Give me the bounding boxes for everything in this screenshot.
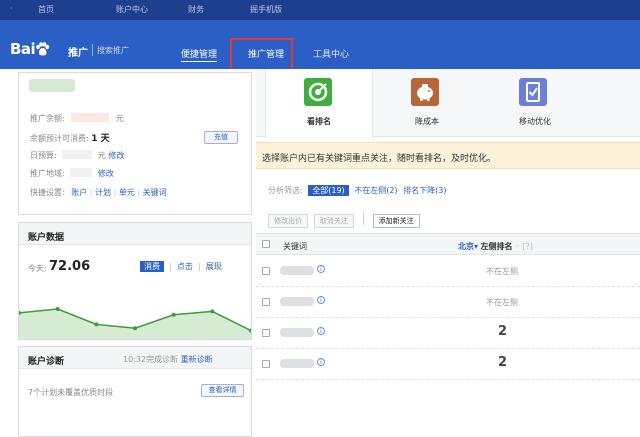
info-icon[interactable]: i [317, 265, 325, 273]
tool-view-rank[interactable]: 看排名 [265, 69, 373, 138]
logo-tuiguang: 推广 [68, 48, 88, 59]
rediagnose-link[interactable]: 重新诊断 [181, 355, 213, 364]
account-data-title: 账户数据 [19, 223, 251, 245]
baidu-logo[interactable]: Bai [10, 40, 50, 58]
tool-reduce-cost[interactable]: 降成本 [373, 69, 481, 137]
tool-bar: 看排名 降成本 移动优化 [256, 69, 640, 138]
quick-link-unit[interactable]: 单元 [119, 188, 135, 197]
rank-value: 2 [498, 324, 508, 339]
header-band [0, 20, 640, 38]
filter-not-left[interactable]: 不在左侧(2) [354, 186, 397, 195]
tool-label: 移动优化 [519, 117, 551, 126]
balance-row: 推广余额: 元 [30, 113, 124, 123]
mobile-check-icon [519, 78, 547, 106]
today-value: 72.06 [49, 259, 91, 274]
divider [362, 213, 364, 225]
keyword-blurred [280, 328, 314, 337]
keyword-blurred [280, 359, 314, 368]
action-bar: 修改出价 取消关注 添加新关注 [268, 213, 423, 228]
top-link-mobile[interactable]: 掘手机版 [250, 4, 282, 15]
region-selector[interactable]: 北京▾ [458, 242, 478, 251]
tab-impression[interactable]: 展现 [206, 262, 222, 271]
edit-budget-link[interactable]: 修改 [108, 151, 124, 160]
main-content: 看排名 降成本 移动优化 选择账户内已有关键词重点关注，随时看排名，及时优化。 … [256, 69, 640, 437]
trend-point [171, 312, 176, 317]
select-all-checkbox[interactable] [262, 240, 270, 248]
region-row: 推广地域: 修改 [30, 168, 114, 178]
account-name-blurred [29, 79, 75, 92]
top-link-account[interactable]: 账户中心 [116, 4, 148, 15]
days-row: 余额预计可消费: 1 天 [30, 134, 110, 144]
table-row[interactable]: i 不在左侧 [256, 256, 640, 287]
keyword-blurred [280, 266, 314, 275]
tab-spend[interactable]: 消费 [140, 261, 164, 272]
logo-divider [92, 44, 93, 56]
help-icon[interactable]: ◦ [?] [515, 242, 533, 251]
row-checkbox[interactable] [262, 267, 270, 275]
tool-label: 降成本 [415, 117, 439, 126]
info-icon[interactable]: i [317, 327, 325, 335]
logo-subtitle: 搜索推广 [97, 46, 129, 55]
table-row[interactable]: i2 [256, 318, 640, 349]
view-detail-button[interactable]: 查看详情 [201, 384, 244, 397]
top-link-finance[interactable]: 财务 [188, 4, 204, 15]
piggy-bank-icon [411, 78, 439, 106]
paw-icon [35, 42, 50, 56]
trend-point [133, 326, 137, 331]
quick-link-keyword[interactable]: 关键词 [143, 188, 167, 197]
edit-bid-button[interactable]: 修改出价 [268, 214, 308, 228]
col-keyword: 关键词 [283, 242, 307, 251]
rank-value: 不在左侧 [486, 267, 518, 276]
trend-chart [19, 307, 251, 339]
top-link-home[interactable]: 首页 [38, 4, 54, 15]
row-checkbox[interactable] [262, 329, 270, 337]
table-header: 关键词 北京▾ 左侧排名 ◦ [?] [256, 233, 640, 255]
info-icon[interactable]: i [317, 296, 325, 304]
diagnosis-time: 10:32完成诊断 重新诊断 [123, 355, 213, 364]
filter-all[interactable]: 全部(19) [308, 185, 349, 196]
top-bar: · 首页 账户中心 财务 掘手机版 [0, 0, 640, 20]
account-summary-panel: 推广余额: 元 余额预计可消费: 1 天 充值 日预算: 元 修改 推广地域: … [18, 72, 252, 215]
nav-tool-center[interactable]: 工具中心 [313, 47, 349, 60]
account-diagnosis-panel: 账户诊断 10:32完成诊断 重新诊断 7个计划未覆盖优质时段 查看详情 [18, 346, 252, 437]
diagnosis-text: 7个计划未覆盖优质时段 [28, 388, 114, 397]
tool-mobile-optimize[interactable]: 移动优化 [481, 69, 589, 137]
quick-link-plan[interactable]: 计划 [95, 188, 111, 197]
today-label: 今天: [28, 264, 47, 273]
recharge-button[interactable]: 充值 [204, 131, 238, 144]
notice-banner: 选择账户内已有关键词重点关注，随时看排名，及时优化。 [256, 142, 640, 169]
rank-value: 不在左侧 [486, 298, 518, 307]
keyword-blurred [280, 297, 314, 306]
table-row[interactable]: i 不在左侧 [256, 287, 640, 318]
metric-tabs: 消费 | 点击 | 展现 [140, 261, 222, 272]
quick-link-account[interactable]: 账户 [71, 188, 87, 197]
row-checkbox[interactable] [262, 360, 270, 368]
tool-label: 看排名 [307, 117, 331, 126]
filter-label: 分析筛选: [268, 186, 303, 195]
col-rank-header: 北京▾ 左侧排名 ◦ [?] [458, 242, 533, 251]
table-row[interactable]: i2 [256, 349, 640, 380]
trend-point [55, 307, 60, 311]
rank-value: 2 [498, 355, 508, 370]
filter-rank-drop[interactable]: 排名下降(3) [403, 186, 446, 195]
cancel-follow-button[interactable]: 取消关注 [313, 214, 354, 228]
tab-click[interactable]: 点击 [177, 262, 193, 271]
edit-region-link[interactable]: 修改 [98, 169, 114, 178]
row-checkbox[interactable] [262, 298, 270, 306]
info-icon[interactable]: i [317, 358, 325, 366]
logo-text: Bai [10, 40, 36, 58]
account-data-panel: 账户数据 今天: 72.06 消费 | 点击 | 展现 [18, 222, 252, 340]
highlight-box [230, 38, 293, 72]
dot-icon: · [10, 4, 13, 13]
budget-row: 日预算: 元 修改 [30, 150, 125, 160]
trend-point [94, 322, 99, 327]
trend-point [210, 309, 215, 314]
nav-quick-manage[interactable]: 便捷管理 [181, 47, 218, 62]
quick-settings-row: 快捷设置: 账户 | 计划 | 单元 | 关键词 [30, 188, 167, 197]
target-icon [304, 78, 332, 106]
add-follow-button[interactable]: 添加新关注 [372, 214, 420, 228]
filter-bar: 分析筛选: 全部(19) 不在左侧(2) 排名下降(3) [268, 185, 446, 196]
